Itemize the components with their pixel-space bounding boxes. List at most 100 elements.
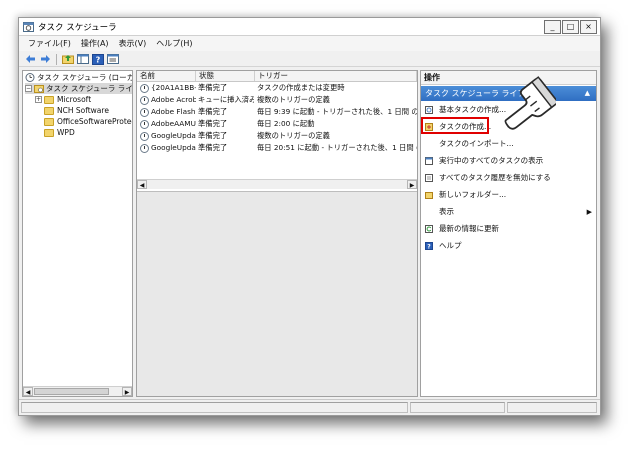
task-clock-icon xyxy=(140,119,149,129)
refresh-icon xyxy=(425,225,433,233)
task-clock-icon xyxy=(140,131,149,141)
console-tree-pane: タスク スケジューラ (ローカル) − タスク スケジューラ ライブラリ + M… xyxy=(22,70,133,397)
task-clock-icon xyxy=(140,95,149,105)
task-trigger: 毎日 9:39 に起動 - トリガーされた後、1 日間 の間 1 時 xyxy=(257,107,417,116)
task-name: GoogleUpdat... xyxy=(151,143,196,152)
status-bar xyxy=(19,399,600,415)
action-disable-task-history[interactable]: すべてのタスク履歴を無効にする xyxy=(421,171,596,185)
table-row[interactable]: Adobe Flash ... 準備完了 毎日 9:39 に起動 - トリガーさ… xyxy=(137,106,417,118)
tree-label-root: タスク スケジューラ (ローカル) xyxy=(37,73,132,82)
folder-icon xyxy=(44,117,54,126)
collapse-icon[interactable]: − xyxy=(25,85,32,92)
clock-icon xyxy=(25,73,35,82)
menu-help[interactable]: ヘルプ(H) xyxy=(152,38,196,49)
help-icon: ? xyxy=(425,242,433,250)
window-controls: _ □ × xyxy=(544,20,597,34)
table-row[interactable]: Adobe Acrob... キューに挿入済み 複数のトリガーの定義 xyxy=(137,94,417,106)
help-icon[interactable]: ? xyxy=(91,53,104,65)
task-list-horizontal-scrollbar[interactable]: ◀ ▶ xyxy=(137,179,417,189)
tree-item-wpd[interactable]: WPD xyxy=(44,127,75,138)
action-label: 新しいフォルダー... xyxy=(439,190,507,199)
task-list: 名前 状態 トリガー {20A1A1BB-E... 準備完了 タスクの作成または… xyxy=(137,71,417,192)
submenu-arrow-icon: ▶ xyxy=(586,208,592,216)
task-status: 準備完了 xyxy=(198,131,228,140)
action-label: タスクのインポート... xyxy=(439,139,514,148)
running-tasks-icon xyxy=(425,157,433,165)
task-name: {20A1A1BB-E... xyxy=(151,83,196,92)
show-hide-tree-icon[interactable] xyxy=(76,53,89,65)
svg-text:?: ? xyxy=(95,55,100,64)
action-label: すべてのタスク履歴を無効にする xyxy=(439,173,551,182)
tree-item-nch-software[interactable]: NCH Software xyxy=(44,105,109,116)
expand-icon[interactable]: + xyxy=(35,96,42,103)
tree-label: Microsoft xyxy=(57,95,92,104)
back-arrow-icon[interactable] xyxy=(24,53,37,65)
status-segment xyxy=(507,402,597,413)
action-label: ヘルプ xyxy=(439,241,462,250)
action-view[interactable]: 表示 ▶ xyxy=(421,205,596,219)
pointing-hand-icon xyxy=(504,76,556,130)
task-status: 準備完了 xyxy=(198,83,228,92)
minimize-button[interactable]: _ xyxy=(544,20,561,34)
task-name: Adobe Acrob... xyxy=(151,95,196,104)
tree-item-microsoft[interactable]: + Microsoft xyxy=(35,94,91,105)
collapse-section-icon[interactable]: ▲ xyxy=(585,86,590,101)
table-row[interactable]: GoogleUpdat... 準備完了 毎日 20:51 に起動 - トリガーさ… xyxy=(137,142,417,154)
task-trigger: 複数のトリガーの定義 xyxy=(257,95,330,104)
scroll-left-icon[interactable]: ◀ xyxy=(23,387,33,396)
task-trigger: タスクの作成または変更時 xyxy=(257,83,345,92)
action-display-running-tasks[interactable]: 実行中のすべてのタスクの表示 xyxy=(421,154,596,168)
tree-label: NCH Software xyxy=(57,106,109,115)
task-name: GoogleUpdat... xyxy=(151,131,196,140)
scroll-right-icon[interactable]: ▶ xyxy=(407,180,417,189)
folder-icon xyxy=(44,106,54,115)
task-name: AdobeAAMU... xyxy=(151,119,196,128)
action-help[interactable]: ? ヘルプ xyxy=(421,239,596,253)
task-clock-icon xyxy=(140,143,149,153)
scroll-right-icon[interactable]: ▶ xyxy=(122,387,132,396)
task-status: 準備完了 xyxy=(198,119,228,128)
scrollbar-thumb[interactable] xyxy=(34,388,109,395)
status-segment xyxy=(21,402,408,413)
maximize-button[interactable]: □ xyxy=(562,20,579,34)
task-status: 準備完了 xyxy=(198,107,228,116)
close-button[interactable]: × xyxy=(580,20,597,34)
menu-file[interactable]: ファイル(F) xyxy=(24,38,75,49)
task-trigger: 毎日 20:51 に起動 - トリガーされた後、1 日間 の間 1 xyxy=(257,143,417,152)
task-clock-icon xyxy=(140,83,149,93)
column-header-status[interactable]: 状態 xyxy=(196,71,255,81)
action-import-task[interactable]: タスクのインポート... xyxy=(421,137,596,151)
library-folder-icon xyxy=(34,85,44,93)
column-header-name[interactable]: 名前 xyxy=(137,71,196,81)
task-trigger: 毎日 2:00 に起動 xyxy=(257,119,315,128)
action-refresh[interactable]: 最新の情報に更新 xyxy=(421,222,596,236)
tree-label: WPD xyxy=(57,128,75,137)
title-bar: タスク スケジューラ _ □ × xyxy=(19,18,600,36)
table-row[interactable]: {20A1A1BB-E... 準備完了 タスクの作成または変更時 xyxy=(137,82,417,94)
tree-item-root[interactable]: タスク スケジューラ (ローカル) xyxy=(25,72,132,83)
tree-horizontal-scrollbar[interactable]: ◀ ▶ xyxy=(23,386,132,396)
window-title: タスク スケジューラ xyxy=(38,23,117,33)
task-history-icon xyxy=(425,174,433,182)
task-scheduler-app-icon xyxy=(23,22,34,32)
column-header-trigger[interactable]: トリガー xyxy=(255,71,417,81)
table-row[interactable]: GoogleUpdat... 準備完了 複数のトリガーの定義 xyxy=(137,130,417,142)
table-row[interactable]: AdobeAAMU... 準備完了 毎日 2:00 に起動 xyxy=(137,118,417,130)
up-folder-icon[interactable] xyxy=(61,53,74,65)
task-name: Adobe Flash ... xyxy=(151,107,196,116)
toolbar-separator xyxy=(56,53,57,65)
task-clock-icon xyxy=(140,107,149,117)
menu-view[interactable]: 表示(V) xyxy=(115,38,151,49)
properties-icon[interactable] xyxy=(106,53,119,65)
forward-arrow-icon[interactable] xyxy=(39,53,52,65)
scroll-left-icon[interactable]: ◀ xyxy=(137,180,147,189)
tree-label-library: タスク スケジューラ ライブラリ xyxy=(46,84,133,93)
tree-item-library[interactable]: − タスク スケジューラ ライブラリ xyxy=(25,83,133,94)
task-list-pane: 名前 状態 トリガー {20A1A1BB-E... 準備完了 タスクの作成または… xyxy=(136,70,418,397)
action-new-folder[interactable]: 新しいフォルダー... xyxy=(421,188,596,202)
menu-action[interactable]: 操作(A) xyxy=(77,38,113,49)
tree-item-office-software-protection[interactable]: OfficeSoftwareProtecti xyxy=(44,116,133,127)
new-folder-icon xyxy=(425,192,433,199)
tree-label: OfficeSoftwareProtecti xyxy=(57,117,133,126)
create-basic-task-icon xyxy=(425,106,433,114)
